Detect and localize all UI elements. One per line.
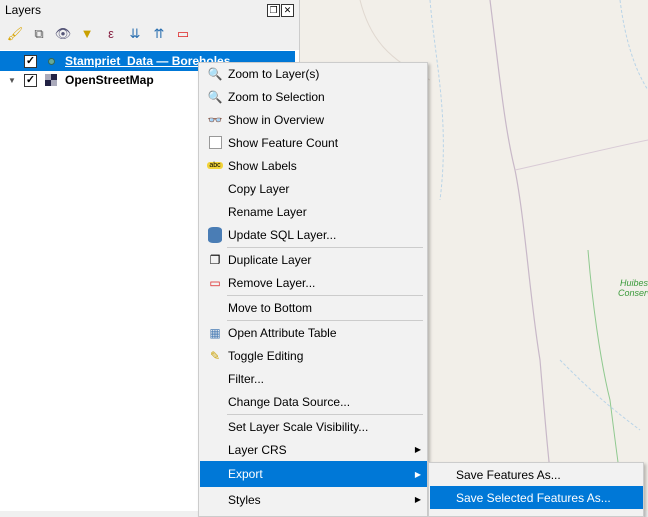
layer-checkbox[interactable]: ✓ (24, 54, 37, 68)
menu-label: Zoom to Layer(s) (228, 66, 320, 81)
zoom-selection-icon: 🔍 (207, 89, 223, 104)
menu-label: Zoom to Selection (228, 89, 325, 104)
menu-label: Show Feature Count (228, 135, 339, 150)
menu-label: Rename Layer (228, 204, 307, 219)
expression-icon[interactable]: ε (102, 25, 120, 43)
table-icon: ▦ (209, 325, 221, 340)
menu-label: Show in Overview (228, 112, 325, 127)
labels-icon: abc (207, 162, 223, 169)
map-label-line2: Conservancy (618, 288, 648, 298)
submenu-arrow-icon: ▶ (414, 445, 421, 454)
filter-icon[interactable]: ▼ (78, 25, 96, 43)
float-button[interactable]: ❐ (267, 4, 280, 17)
menu-move-to-bottom[interactable]: Move to Bottom (200, 296, 427, 319)
submenu-arrow-icon: ▶ (414, 495, 421, 504)
menu-label: Styles (228, 492, 261, 507)
menu-show-feature-count[interactable]: Show Feature Count (200, 131, 427, 154)
remove-layer-icon[interactable]: ▭ (174, 25, 192, 43)
menu-label: Toggle Editing (228, 348, 304, 363)
menu-label: Open Attribute Table (228, 325, 337, 340)
menu-export[interactable]: Export ▶ (200, 461, 427, 487)
map-label-line1: Huibes (620, 278, 648, 288)
expand-arrow-icon[interactable]: ▼ (0, 76, 24, 85)
zoom-layer-icon: 🔍 (207, 66, 223, 81)
menu-label: Export (228, 467, 263, 481)
menu-remove-layer[interactable]: ▭ Remove Layer... (200, 271, 427, 294)
point-symbol-icon (48, 57, 55, 65)
menu-label: Show Labels (228, 158, 297, 173)
menu-label: Move to Bottom (228, 300, 313, 315)
menu-label: Save Features As... (456, 467, 561, 482)
export-submenu: Save Features As... Save Selected Featur… (428, 462, 644, 517)
eye-icon[interactable]: 👁 (54, 25, 72, 43)
layers-toolbar: 🖌 ⧉ 👁 ▼ ε ⇊ ⇈ ▭ (6, 25, 192, 45)
menu-zoom-to-layer[interactable]: 🔍 Zoom to Layer(s) (200, 62, 427, 85)
overview-icon: 👓 (207, 112, 223, 127)
collapse-all-icon[interactable]: ⇈ (150, 25, 168, 43)
menu-change-data-source[interactable]: Change Data Source... (200, 390, 427, 413)
raster-icon (45, 74, 57, 86)
remove-icon: ▭ (209, 275, 221, 290)
menu-label: Layer CRS (228, 442, 287, 457)
database-icon (206, 226, 224, 244)
menu-save-selected-features-as[interactable]: Save Selected Features As... (430, 486, 643, 509)
menu-save-features-as[interactable]: Save Features As... (430, 463, 643, 486)
add-group-icon[interactable]: ⧉ (30, 25, 48, 43)
menu-toggle-editing[interactable]: ✎ Toggle Editing (200, 344, 427, 367)
menu-label: Duplicate Layer (228, 252, 312, 267)
menu-open-attribute-table[interactable]: ▦ Open Attribute Table (200, 321, 427, 344)
menu-label: Set Layer Scale Visibility... (228, 419, 369, 434)
submenu-arrow-icon: ▶ (414, 469, 421, 479)
layer-context-menu: 🔍 Zoom to Layer(s) 🔍 Zoom to Selection 👓 Sh… (198, 62, 428, 517)
layer-checkbox[interactable]: ✓ (24, 73, 37, 87)
menu-styles[interactable]: Styles ▶ (200, 488, 427, 511)
style-brush-icon[interactable]: 🖌 (6, 25, 24, 43)
close-button[interactable]: ✕ (281, 4, 294, 17)
menu-label: Change Data Source... (228, 394, 351, 409)
menu-copy-layer[interactable]: Copy Layer (200, 177, 427, 200)
menu-layer-crs[interactable]: Layer CRS ▶ (200, 438, 427, 461)
menu-duplicate-layer[interactable]: ❐ Duplicate Layer (200, 248, 427, 271)
expand-all-icon[interactable]: ⇊ (126, 25, 144, 43)
menu-show-labels[interactable]: abc Show Labels (200, 154, 427, 177)
menu-show-in-overview[interactable]: 👓 Show in Overview (200, 108, 427, 131)
pencil-icon: ✎ (209, 348, 221, 363)
menu-label: Copy Layer (228, 181, 290, 196)
menu-label: Update SQL Layer... (228, 227, 337, 242)
checkbox-icon[interactable] (206, 134, 224, 152)
duplicate-icon: ❐ (209, 252, 221, 267)
map-label: Huibes Conservancy (618, 278, 648, 298)
menu-set-layer-scale-visibility[interactable]: Set Layer Scale Visibility... (200, 415, 427, 438)
menu-label: Save Selected Features As... (456, 490, 611, 505)
menu-label: Remove Layer... (228, 275, 316, 290)
menu-label: Filter... (228, 371, 265, 386)
menu-zoom-to-selection[interactable]: 🔍 Zoom to Selection (200, 85, 427, 108)
menu-update-sql-layer[interactable]: Update SQL Layer... (200, 223, 427, 246)
layer-name: OpenStreetMap (65, 73, 154, 87)
panel-title: Layers (5, 3, 42, 17)
menu-filter[interactable]: Filter... (200, 367, 427, 390)
menu-rename-layer[interactable]: Rename Layer (200, 200, 427, 223)
